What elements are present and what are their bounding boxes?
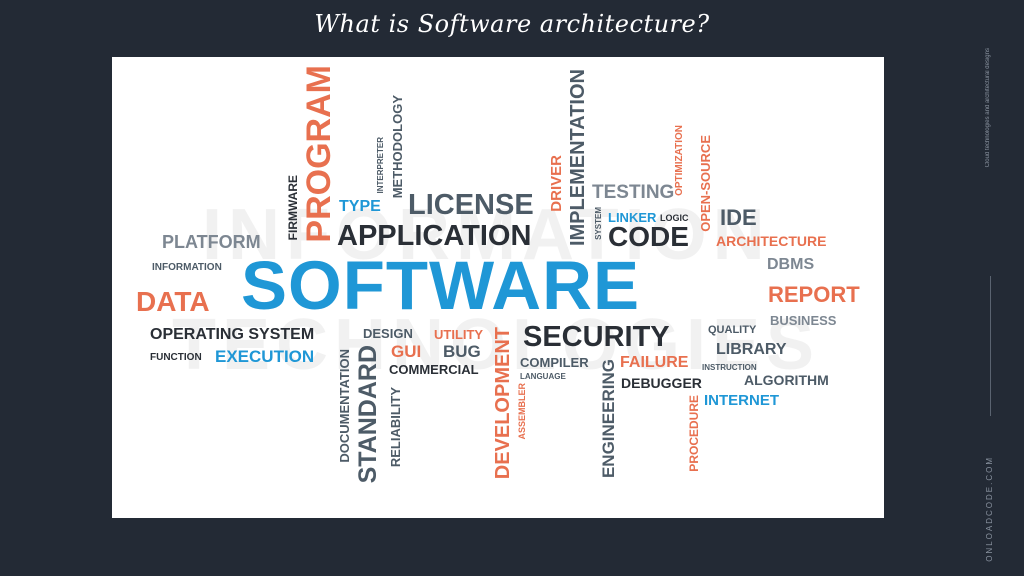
word-business: BUSINESS <box>770 313 837 328</box>
word-optimization: OPTIMIZATION <box>674 125 685 196</box>
word-data: DATA <box>136 286 210 317</box>
word-software: SOFTWARE <box>241 247 640 324</box>
word-quality: QUALITY <box>708 324 757 336</box>
word-ide: IDE <box>720 205 757 230</box>
word-operating-system: OPERATING SYSTEM <box>150 326 315 343</box>
word-internet: INTERNET <box>704 392 779 409</box>
word-interpreter: INTERPRETER <box>376 137 385 194</box>
word-algorithm: ALGORITHM <box>744 372 829 388</box>
word-program: PROGRAM <box>300 65 338 243</box>
word-type: TYPE <box>339 198 381 215</box>
word-language: LANGUAGE <box>520 372 566 381</box>
word-debugger: DEBUGGER <box>621 375 702 391</box>
word-failure: FAILURE <box>620 354 689 371</box>
word-development: DEVELOPMENT <box>492 327 514 480</box>
word-commercial: COMMERCIAL <box>389 362 479 377</box>
word-methodology: METHODOLOGY <box>390 95 405 199</box>
word-report: REPORT <box>768 282 860 307</box>
word-reliability: RELIABILITY <box>388 387 403 468</box>
word-license: LICENSE <box>408 189 534 221</box>
side-divider <box>990 276 991 416</box>
word-utility: UTILITY <box>434 327 484 342</box>
word-procedure: PROCEDURE <box>687 395 701 472</box>
word-engineering: ENGINEERING <box>599 359 618 479</box>
slide-title: What is Software architecture? <box>314 10 710 38</box>
word-function: FUNCTION <box>150 352 202 363</box>
word-bug: BUG <box>443 342 481 361</box>
word-dbms: DBMS <box>767 256 815 273</box>
word-testing: TESTING <box>592 182 675 203</box>
word-open-source: OPEN-SOURCE <box>698 135 713 232</box>
word-system: SYSTEM <box>594 207 603 240</box>
word-security: SECURITY <box>523 321 670 353</box>
word-architecture: ARCHITECTURE <box>716 233 827 249</box>
word-documentation: DOCUMENTATION <box>337 349 352 463</box>
word-execution: EXECUTION <box>215 347 315 366</box>
word-library: LIBRARY <box>716 341 787 358</box>
word-design: DESIGN <box>363 326 413 341</box>
word-driver: DRIVER <box>548 155 565 212</box>
side-tagline: Cloud technologies and architectural des… <box>985 48 991 168</box>
side-brand: ONLOADCODE.COM <box>985 456 994 562</box>
word-gui: GUI <box>391 342 422 361</box>
word-standard: STANDARD <box>354 345 382 484</box>
word-implementation: IMPLEMENTATION <box>567 69 589 247</box>
word-information: INFORMATION <box>152 262 222 273</box>
word-cloud-image: INFORMATION TECHNOLOGIES PROGRAM FIRMWAR… <box>112 57 884 518</box>
word-assembler: ASSEMBLER <box>517 383 527 440</box>
word-firmware: FIRMWARE <box>286 175 300 241</box>
word-instruction: INSTRUCTION <box>702 363 757 372</box>
word-compiler: COMPILER <box>520 355 589 370</box>
